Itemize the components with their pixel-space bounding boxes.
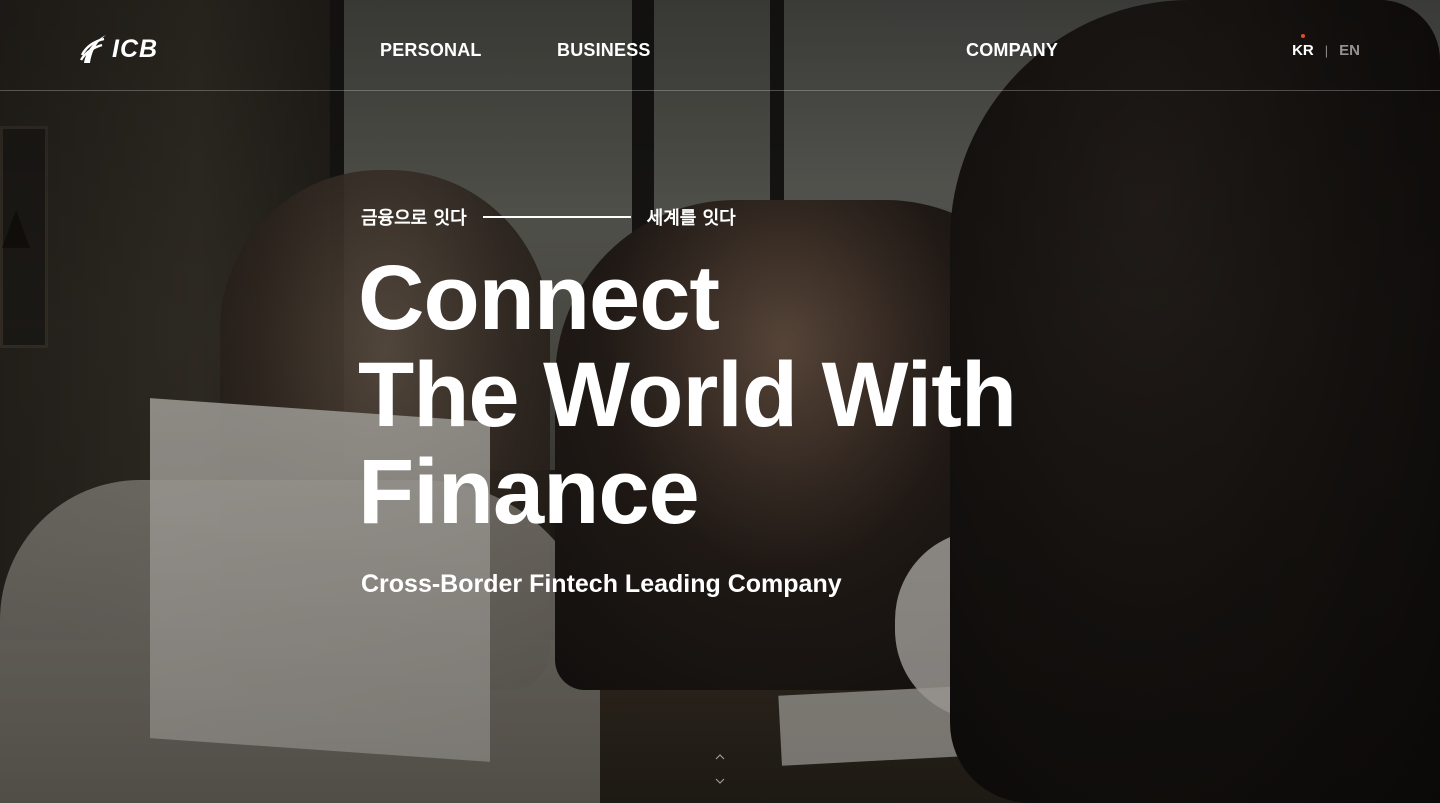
hero-tagline: 금융으로 잇다 세계를 잇다 (361, 204, 736, 230)
chevron-down-icon (715, 778, 725, 784)
lang-en-link[interactable]: EN (1339, 42, 1360, 59)
nav-business[interactable]: BUSINESS (557, 40, 651, 61)
hero-section: ICB PERSONAL BUSINESS COMPANY KR | EN 금융… (0, 0, 1440, 803)
hero-headline: Connect The World With Finance (358, 247, 1017, 543)
site-header: ICB PERSONAL BUSINESS COMPANY KR | EN (0, 0, 1440, 91)
logo[interactable]: ICB (80, 32, 158, 66)
lang-kr-link[interactable]: KR (1292, 34, 1314, 59)
scroll-indicator[interactable] (714, 754, 726, 788)
headline-line-3: Finance (358, 441, 700, 543)
language-switcher: KR | EN (1292, 34, 1360, 59)
nav-personal[interactable]: PERSONAL (380, 40, 482, 61)
lang-separator: | (1324, 43, 1329, 58)
icb-wing-logo-icon (80, 33, 108, 65)
active-lang-dot-icon (1300, 34, 1305, 38)
logo-text: ICB (112, 34, 159, 63)
tagline-left: 금융으로 잇다 (361, 208, 467, 229)
headline-line-2: The World With (358, 344, 1017, 446)
chevron-up-icon (715, 754, 725, 760)
tagline-right: 세계를 잇다 (646, 208, 736, 229)
lang-kr-label: KR (1292, 42, 1314, 59)
hero-subhead: Cross-Border Fintech Leading Company (361, 570, 842, 598)
nav-company[interactable]: COMPANY (966, 40, 1058, 61)
headline-line-1: Connect (358, 247, 720, 349)
tagline-divider (482, 216, 631, 218)
